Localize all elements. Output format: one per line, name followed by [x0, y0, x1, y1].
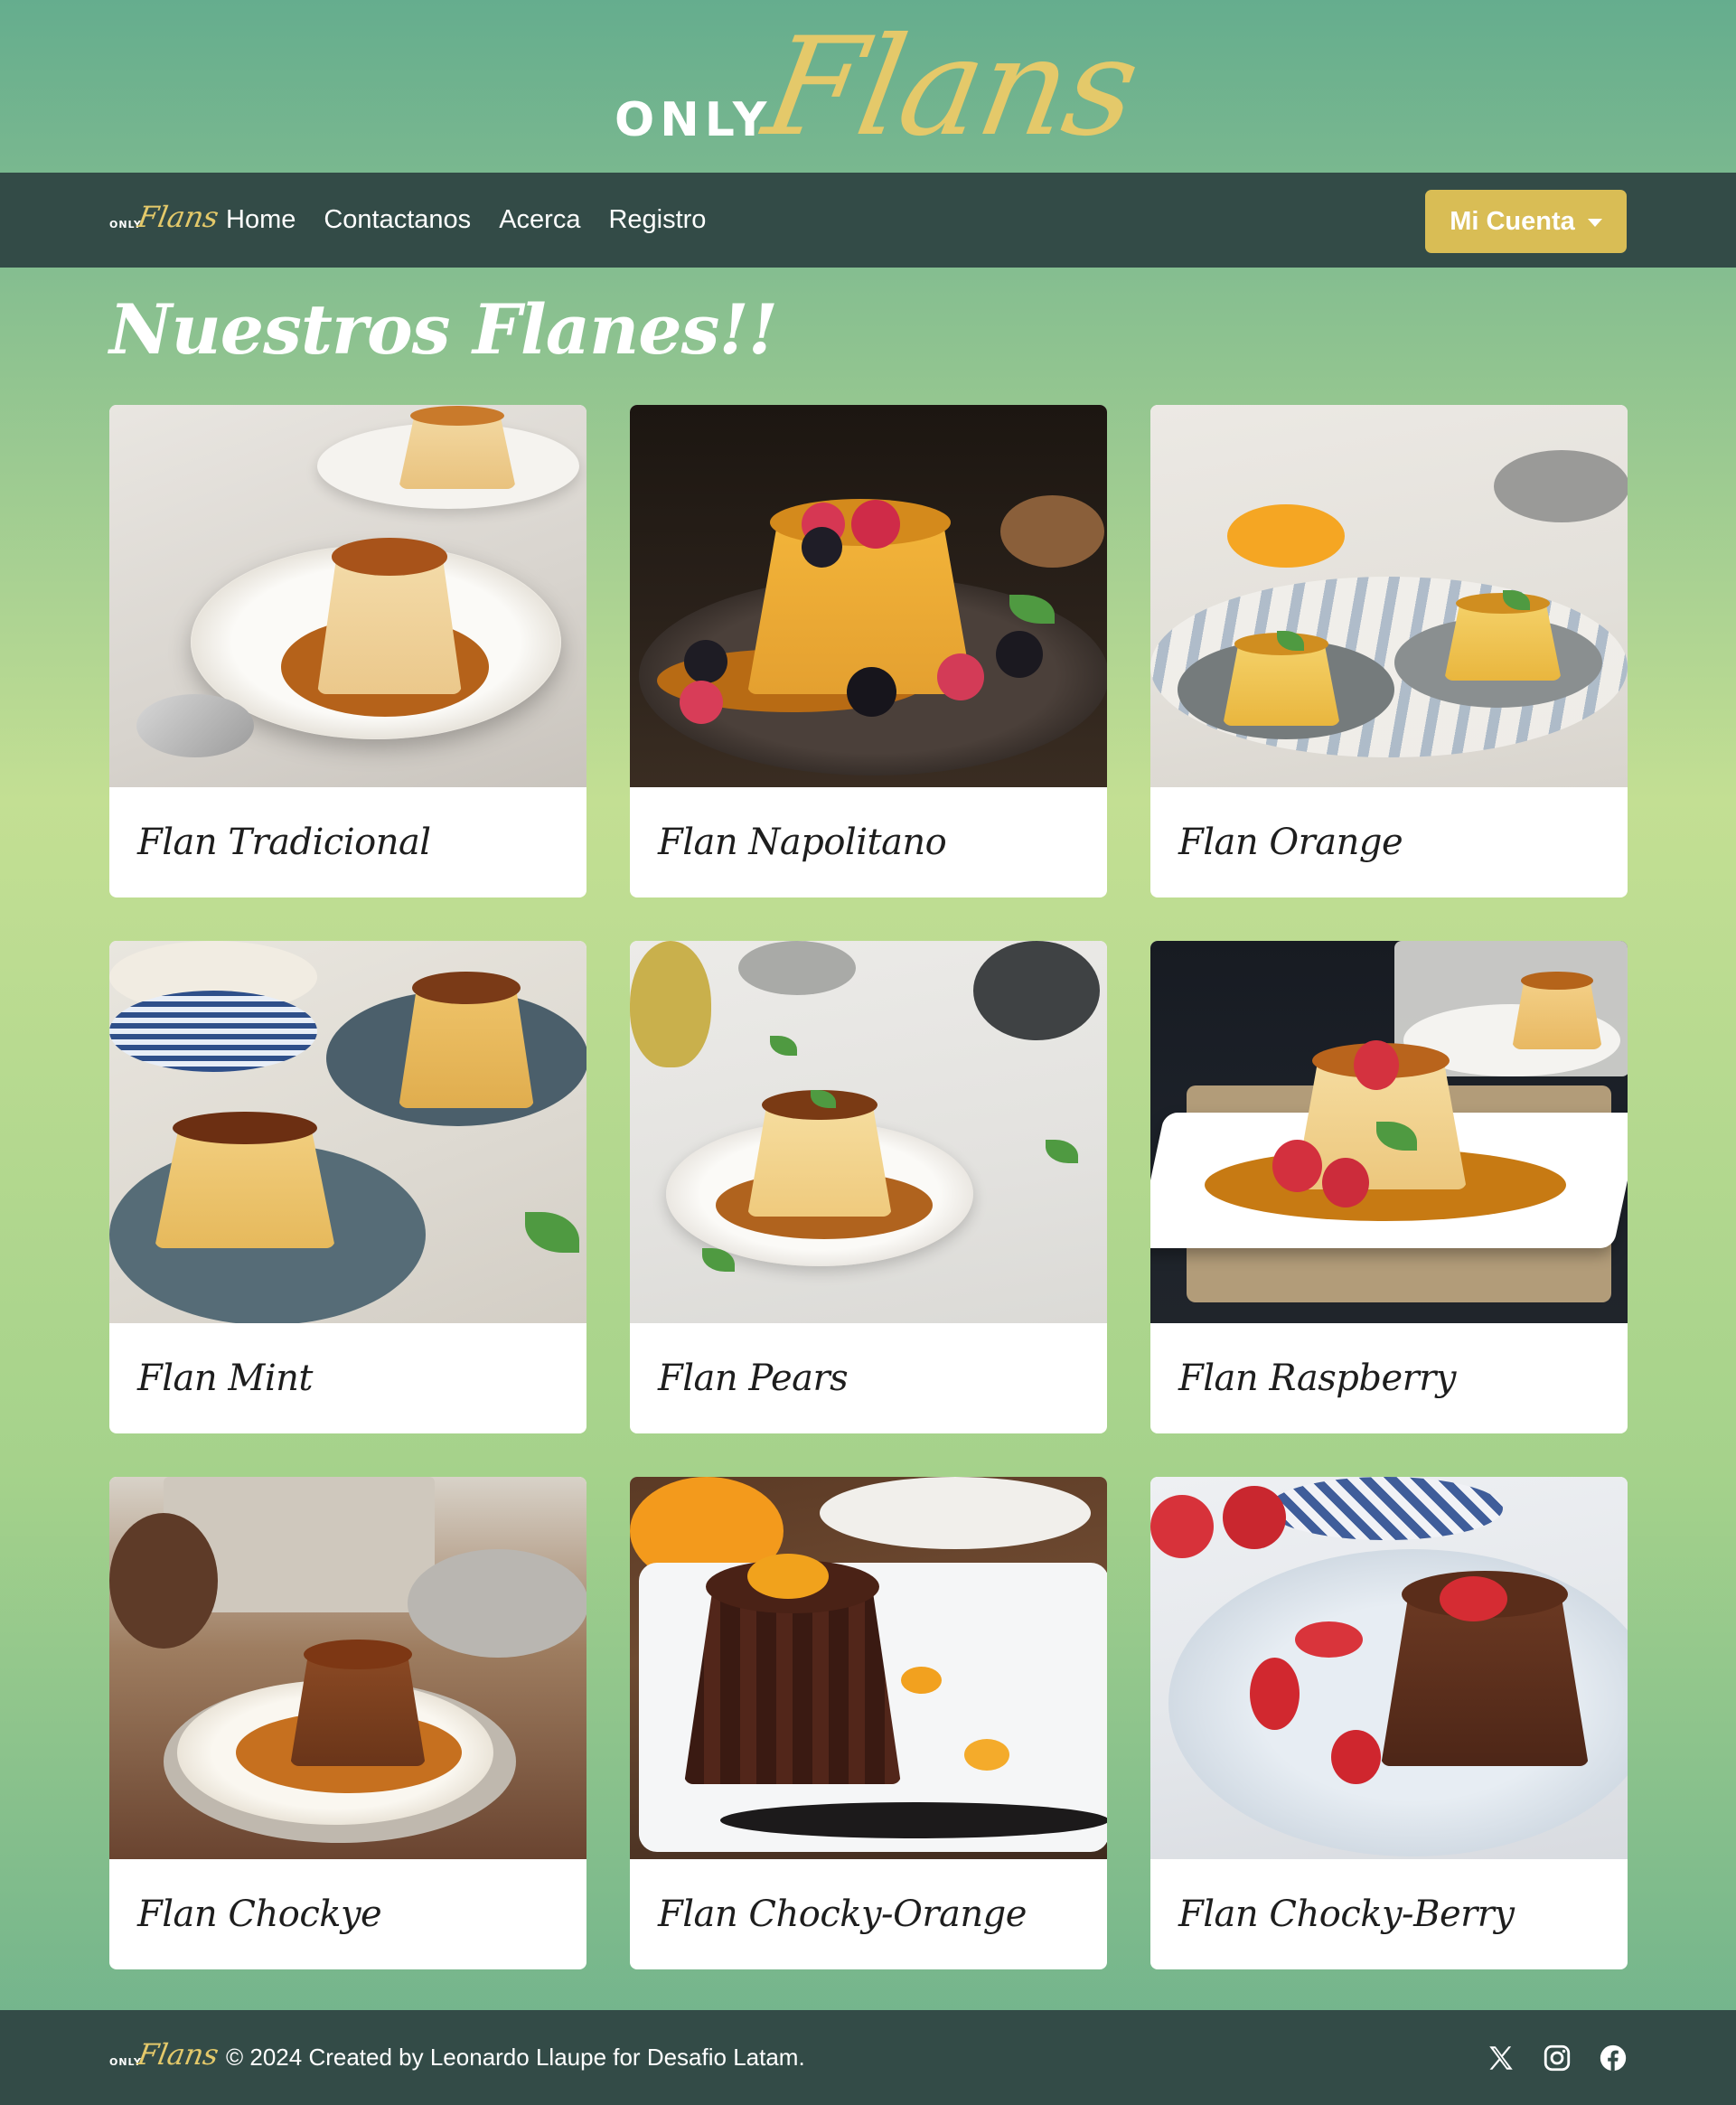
flan-card-napolitano[interactable]: Flan Napolitano: [630, 405, 1107, 897]
flan-card-title: Flan Orange: [1178, 822, 1403, 863]
facebook-icon[interactable]: [1598, 2043, 1628, 2073]
hero-logo-only: ONLY: [615, 93, 773, 147]
footer: ONLY Flans © 2024 Created by Leonardo Ll…: [0, 2010, 1736, 2105]
flan-card-grid: Flan Tradicional Flan Napolitano Flan Or…: [109, 405, 1628, 1969]
nav-links: Home Contactanos Acerca Registro: [226, 173, 734, 268]
hero-header: ONLY Flans: [0, 0, 1736, 173]
flan-card-raspberry[interactable]: Flan Raspberry: [1150, 941, 1628, 1433]
flan-image-napolitano: [630, 405, 1107, 787]
x-icon[interactable]: [1486, 2043, 1516, 2073]
page-title: Nuestros Flanes!!: [109, 289, 778, 370]
flan-image-chockye: [109, 1477, 586, 1859]
flan-card-title: Flan Chocky-Orange: [658, 1894, 1027, 1935]
account-dropdown-button[interactable]: Mi Cuenta: [1425, 190, 1627, 253]
flan-image-orange: [1150, 405, 1628, 787]
flan-card-chocky-berry[interactable]: Flan Chocky-Berry: [1150, 1477, 1628, 1969]
hero-logo-flans: Flans: [754, 9, 1149, 166]
nav-link-contactanos[interactable]: Contactanos: [324, 205, 471, 235]
flan-card-tradicional[interactable]: Flan Tradicional: [109, 405, 586, 897]
flan-card-title: Flan Pears: [658, 1358, 849, 1399]
navbar-brand-logo[interactable]: ONLY Flans: [109, 200, 221, 238]
flan-card-chocky-orange[interactable]: Flan Chocky-Orange: [630, 1477, 1107, 1969]
navbar-brand-flans: Flans: [135, 200, 221, 234]
flan-image-pears: [630, 941, 1107, 1323]
flan-image-tradicional: [109, 405, 586, 787]
flan-card-orange[interactable]: Flan Orange: [1150, 405, 1628, 897]
nav-link-registro[interactable]: Registro: [608, 205, 706, 235]
flan-card-title: Flan Raspberry: [1178, 1358, 1457, 1399]
account-dropdown-label: Mi Cuenta: [1450, 206, 1575, 236]
navbar: ONLY Flans Home Contactanos Acerca Regis…: [0, 173, 1736, 268]
flan-card-title: Flan Mint: [137, 1358, 313, 1399]
social-links: [1486, 2010, 1628, 2105]
flan-card-title: Flan Tradicional: [137, 822, 431, 863]
instagram-icon[interactable]: [1542, 2043, 1572, 2073]
hero-logo: ONLY Flans: [615, 9, 1148, 167]
flan-card-title: Flan Napolitano: [658, 822, 947, 863]
flan-image-mint: [109, 941, 586, 1323]
flan-card-title: Flan Chockye: [137, 1894, 382, 1935]
flan-card-mint[interactable]: Flan Mint: [109, 941, 586, 1433]
flan-image-chocky-orange: [630, 1477, 1107, 1859]
footer-brand-logo: ONLY Flans: [109, 2037, 221, 2075]
caret-down-icon: [1587, 218, 1602, 227]
flan-card-title: Flan Chocky-Berry: [1178, 1894, 1515, 1935]
nav-link-home[interactable]: Home: [226, 205, 296, 235]
flan-card-pears[interactable]: Flan Pears: [630, 941, 1107, 1433]
flan-image-raspberry: [1150, 941, 1628, 1323]
nav-link-acerca[interactable]: Acerca: [499, 205, 580, 235]
footer-brand-flans: Flans: [135, 2037, 221, 2072]
footer-copyright: © 2024 Created by Leonardo Llaupe for De…: [226, 2044, 805, 2071]
flan-image-chocky-berry: [1150, 1477, 1628, 1859]
flan-card-chockye[interactable]: Flan Chockye: [109, 1477, 586, 1969]
